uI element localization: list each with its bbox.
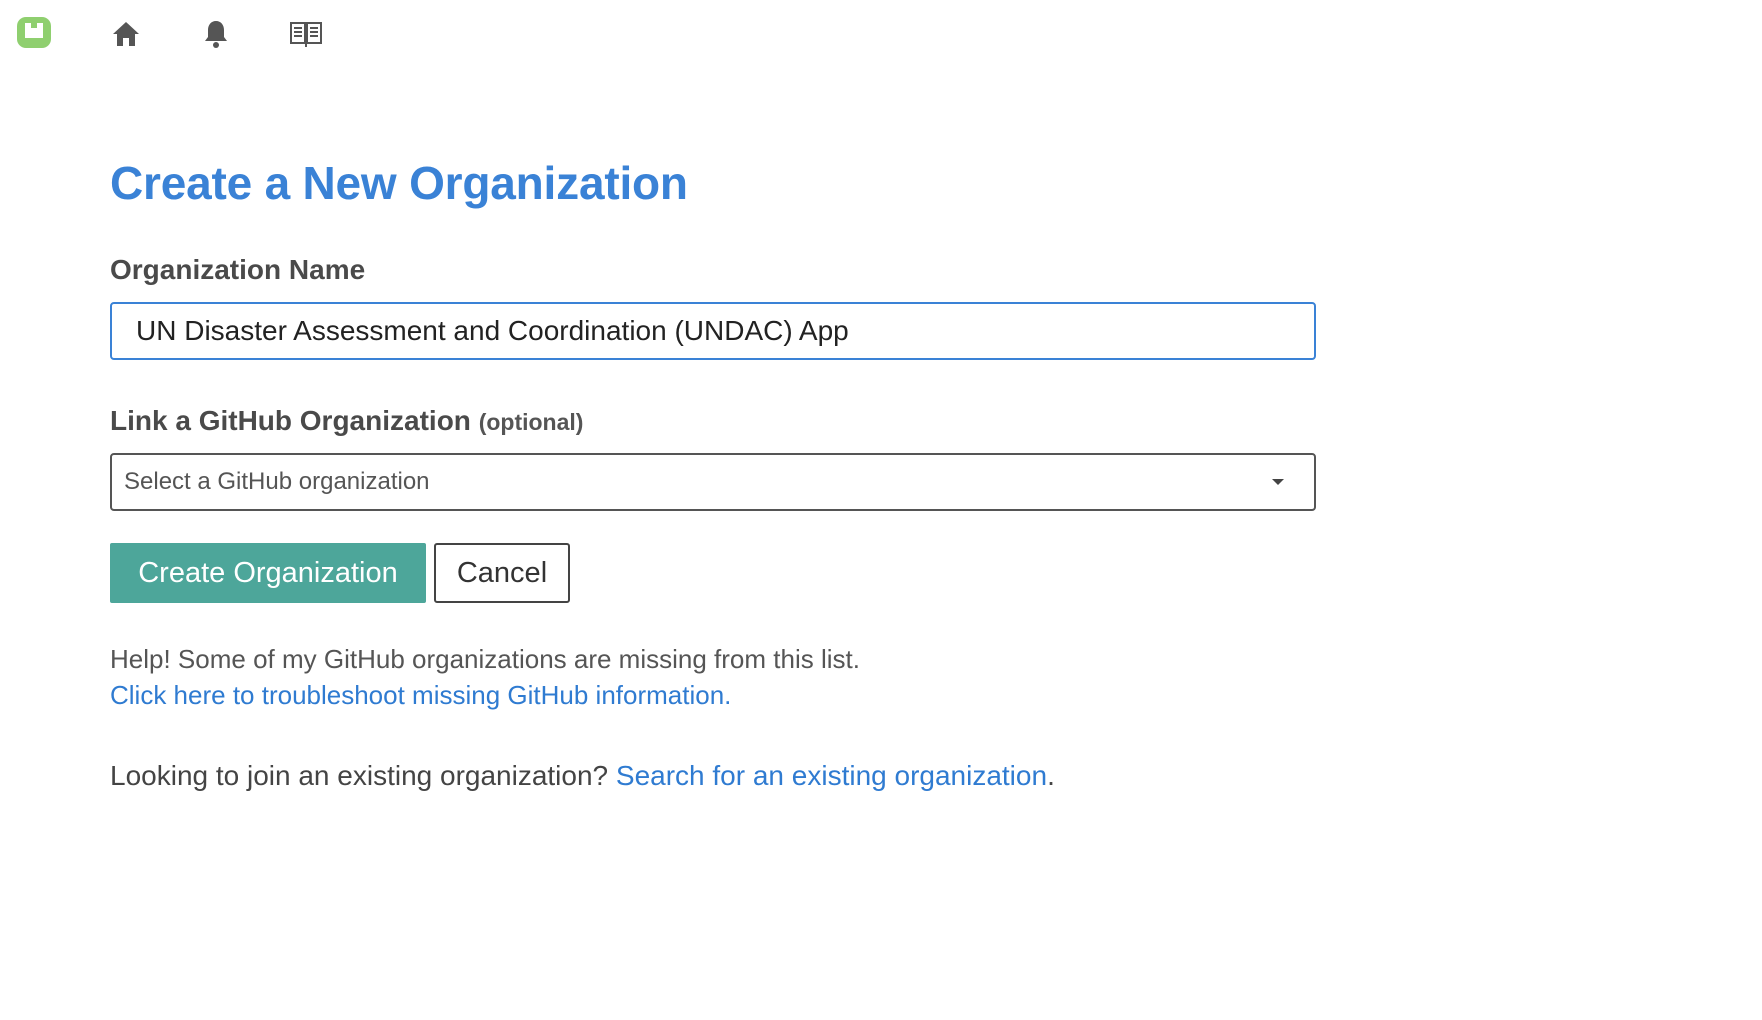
- github-org-label: Link a GitHub Organization (optional): [110, 405, 583, 437]
- optional-hint: (optional): [478, 409, 584, 435]
- cancel-button[interactable]: Cancel: [434, 543, 570, 603]
- bell-icon[interactable]: [194, 12, 238, 56]
- create-org-form: Create a New Organization Organization N…: [110, 150, 1320, 791]
- troubleshoot-link[interactable]: Click here to troubleshoot missing GitHu…: [110, 680, 731, 711]
- search-existing-org-link[interactable]: Search for an existing organization: [616, 760, 1047, 791]
- home-icon[interactable]: [104, 12, 148, 56]
- missing-orgs-help: Help! Some of my GitHub organizations ar…: [110, 644, 860, 674]
- github-org-placeholder: Select a GitHub organization: [124, 468, 430, 495]
- org-name-label: Organization Name: [110, 254, 365, 286]
- join-prefix: Looking to join an existing organization…: [110, 760, 609, 791]
- join-existing-line: Looking to join an existing organization…: [110, 760, 1055, 792]
- org-name-input[interactable]: [110, 302, 1316, 360]
- app-logo-icon[interactable]: [14, 12, 54, 52]
- chevron-down-icon: [1272, 479, 1284, 485]
- book-icon[interactable]: [284, 12, 328, 56]
- github-org-select[interactable]: Select a GitHub organization: [110, 453, 1316, 511]
- create-organization-button[interactable]: Create Organization: [110, 543, 426, 603]
- page-title: Create a New Organization: [110, 157, 688, 209]
- top-nav: [0, 0, 1762, 70]
- join-suffix: .: [1047, 760, 1055, 791]
- github-org-label-text: Link a GitHub Organization: [110, 405, 471, 436]
- org-name-label-text: Organization Name: [110, 254, 366, 285]
